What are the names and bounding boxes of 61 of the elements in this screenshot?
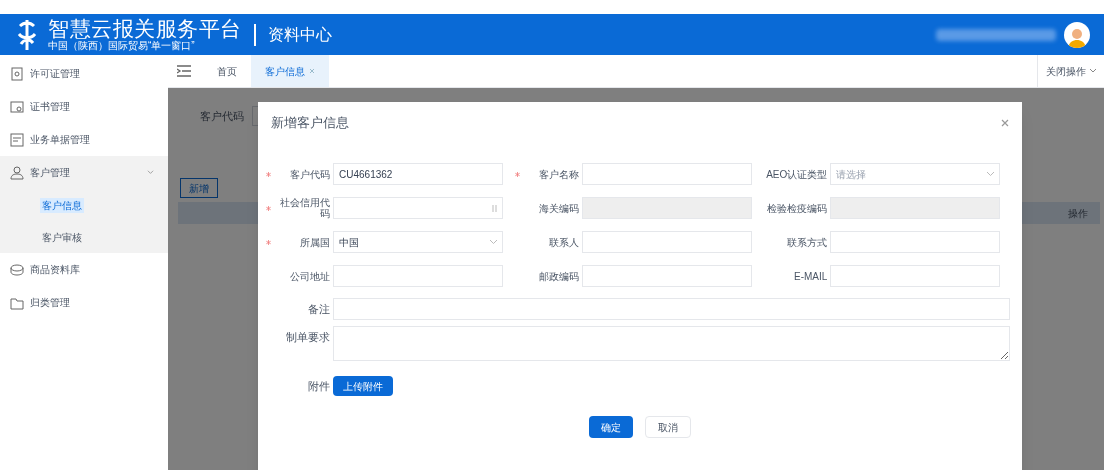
requirement-textarea[interactable] — [333, 326, 1010, 361]
field-label: AEO认证类型 — [765, 168, 828, 180]
input-field[interactable] — [581, 163, 752, 185]
certificate-icon — [10, 99, 24, 114]
field-label: 联系人 — [547, 236, 579, 248]
field-label: 检验检疫编码 — [766, 202, 828, 214]
field-label: 海关编码 — [537, 202, 579, 214]
document-icon — [10, 66, 24, 81]
sidebar-item[interactable]: 归类管理 — [0, 286, 168, 319]
filter-label: 客户代码 — [200, 108, 244, 124]
avatar-icon[interactable] — [1064, 21, 1090, 48]
database-icon — [10, 262, 24, 277]
tab[interactable]: 客户信息 — [251, 55, 329, 87]
platform-subtitle: 中国（陕西）国际贸易“单一窗口” — [48, 41, 196, 51]
dialog-title: 新增客户信息 — [271, 114, 349, 133]
field-label: 附件 — [307, 378, 331, 394]
platform-title: 智慧云报关服务平台 — [48, 18, 242, 39]
sidebar-subitem[interactable]: 客户审核 — [40, 229, 84, 245]
input-field[interactable]: CU4661362 — [333, 163, 503, 185]
field-label: E-MAIL — [793, 270, 828, 282]
field-label: 所属国 — [299, 236, 330, 248]
caret-icon — [987, 172, 995, 176]
cancel-button[interactable]: 取消 — [645, 416, 691, 438]
close-operations-button[interactable]: 关闭操作 — [1037, 55, 1104, 87]
field-label: 客户代码 — [289, 168, 330, 180]
field-label: 备注 — [307, 301, 331, 317]
field-label: 邮政编码 — [537, 270, 579, 282]
field-label: 客户名称 — [537, 168, 579, 180]
section-title: 资料中心 — [267, 24, 332, 45]
select-field[interactable]: 中国 — [333, 231, 503, 253]
field-label: 制单要求 — [285, 330, 331, 345]
sidebar-item[interactable]: 商品资料库 — [0, 253, 168, 286]
caret-icon — [1090, 69, 1096, 73]
upload-button[interactable]: 上传附件 — [333, 376, 393, 396]
input-field[interactable] — [581, 265, 752, 287]
grip-icon — [492, 204, 497, 212]
tab[interactable]: 首页 — [203, 55, 251, 87]
confirm-button[interactable]: 确定 — [589, 416, 633, 438]
sidebar-subitem[interactable]: 客户信息 — [40, 197, 84, 213]
sidebar-item[interactable]: 证书管理 — [0, 90, 168, 123]
field-label: 公司地址 — [289, 270, 330, 282]
close-icon[interactable] — [309, 68, 315, 74]
form-icon — [10, 132, 24, 147]
caret-icon — [490, 240, 497, 244]
menu-icon[interactable] — [177, 65, 191, 77]
sidebar-item[interactable]: 许可证管理 — [0, 57, 168, 90]
chevron-icon — [147, 169, 154, 176]
input-field[interactable] — [333, 265, 503, 287]
column-header: 操作 — [1068, 206, 1088, 221]
folder-icon — [10, 295, 24, 310]
input-field[interactable] — [830, 231, 1001, 253]
sidebar-item[interactable]: 客户管理 — [0, 156, 168, 189]
user-icon — [10, 165, 24, 180]
field-label: 社会信用代码 — [279, 197, 330, 219]
input-field[interactable] — [830, 265, 1001, 287]
remark-field[interactable] — [333, 298, 1010, 320]
field-label: 联系方式 — [786, 236, 828, 248]
input-field[interactable] — [333, 197, 503, 219]
input-field[interactable] — [581, 231, 752, 253]
sidebar-item[interactable]: 业务单据管理 — [0, 123, 168, 156]
close-icon[interactable] — [1001, 119, 1009, 127]
